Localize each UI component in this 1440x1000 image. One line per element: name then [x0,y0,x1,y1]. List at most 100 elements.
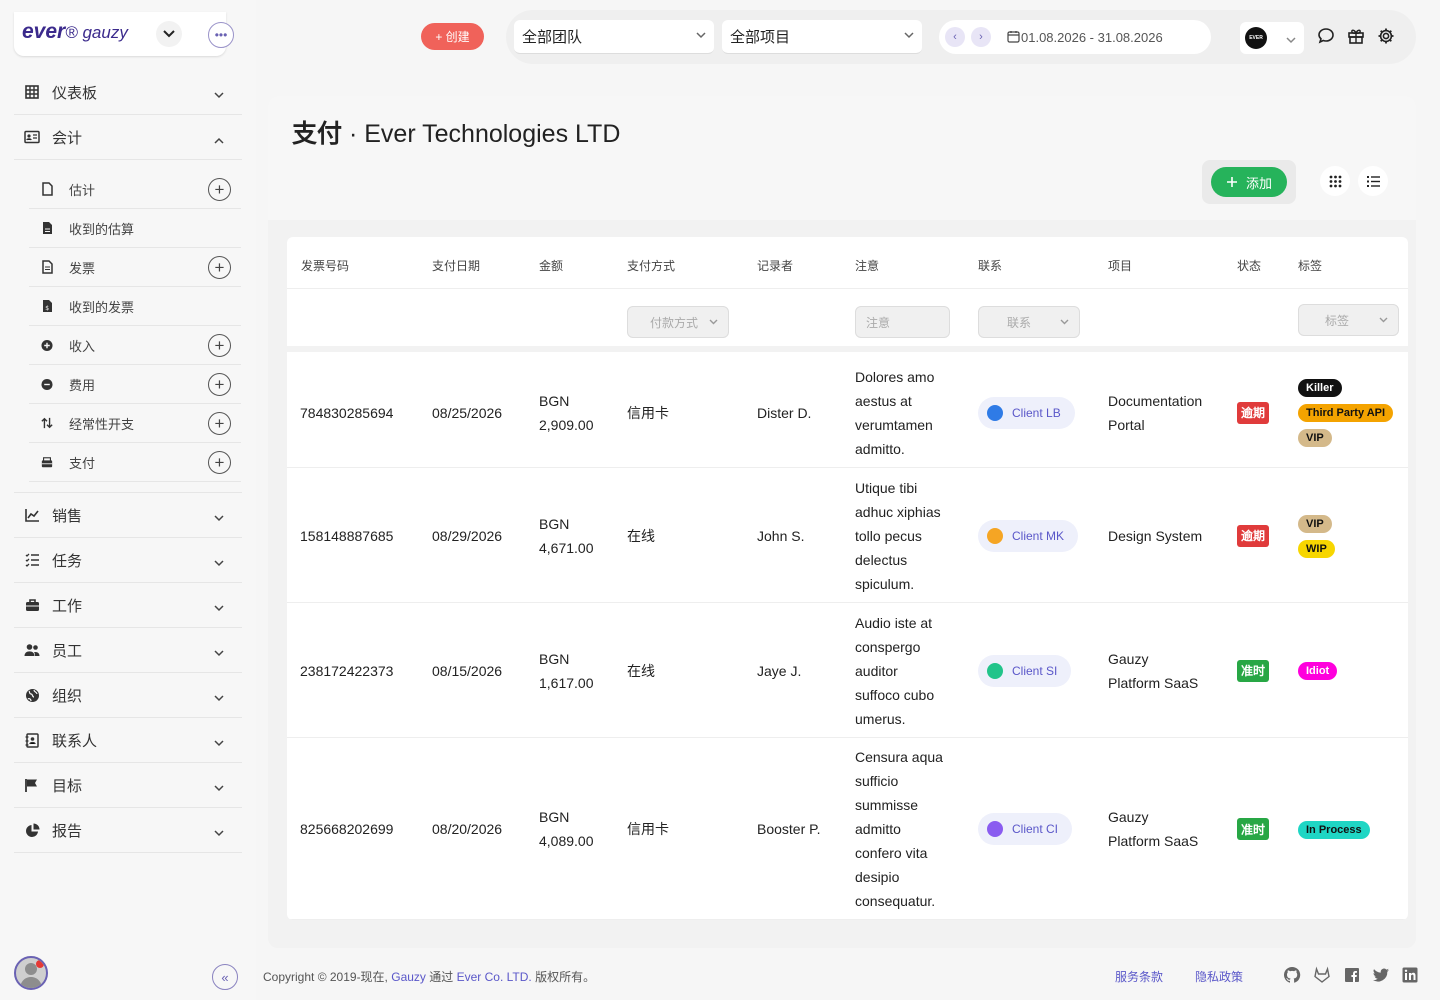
column-header-4[interactable]: 记录者 [757,257,793,274]
add-circle-button[interactable]: + [208,373,231,396]
sidebar-item-id-card[interactable]: 会计 [14,115,242,160]
add-circle-button[interactable]: + [208,256,231,279]
sidebar-subitem-1[interactable]: 收到的估算 [29,209,241,248]
project: Design System [1108,524,1202,548]
terms-link[interactable]: 服务条款 [1115,968,1163,985]
accounting-submenu: 估计 + 收到的估算 发票 + $ 收到的发票 收入 + 费用 + 经常性开支 … [14,160,242,493]
column-header-6[interactable]: 联系 [978,257,1002,274]
sidebar-subitem-3[interactable]: $ 收到的发票 [29,287,241,326]
settings-button[interactable] [1376,26,1396,46]
sidebar-menu: 仪表板 会计 估计 + 收到的估算 发票 + $ 收到的发票 收入 + 费用 +… [14,70,242,853]
status-badge: 准时 [1237,659,1269,682]
sidebar-item-briefcase[interactable]: 工作 [14,583,242,628]
sidebar-item-contact-book[interactable]: 联系人 [14,718,242,763]
twitter-icon[interactable] [1372,966,1390,984]
gift-button[interactable] [1346,26,1366,46]
company-link[interactable]: Ever Co. LTD. [457,970,532,984]
column-header-8[interactable]: 状态 [1237,257,1261,274]
footer-copyright: Copyright © 2019-现在, Gauzy 通过 Ever Co. L… [263,968,595,985]
column-header-2[interactable]: 金额 [539,257,563,274]
sidebar-item-globe[interactable]: 组织 [14,673,242,718]
column-header-5[interactable]: 注意 [855,257,879,274]
project-line: Platform SaaS [1108,674,1199,691]
sidebar-subitem-7[interactable]: 支付 + [29,443,241,482]
add-circle-button[interactable]: + [208,334,231,357]
grid-dots-icon [1329,175,1341,187]
github-icon[interactable] [1283,966,1301,984]
amount-currency: BGN [539,809,570,825]
add-circle-button[interactable]: + [208,178,231,201]
tag-badge: Killer [1298,379,1342,397]
project-line: Platform SaaS [1108,833,1199,849]
sidebar-item-chart-line[interactable]: 销售 [14,493,242,538]
note-filter-input[interactable]: 注意 [855,306,950,338]
sidebar-subitem-label: 经常性开支 [69,416,135,432]
sidebar-subitem-4[interactable]: 收入 + [29,326,241,365]
column-header-1[interactable]: 支付日期 [432,257,480,274]
sidebar-item-users[interactable]: 员工 [14,628,242,673]
note-line: consequatur. [855,893,936,909]
payment-method: 信用卡 [627,821,669,837]
org-switch-button[interactable] [156,21,182,47]
table-row[interactable]: 238172422373 08/15/2026 BGN 1,617.00 在线 J… [287,603,1408,738]
plus-icon: + [214,336,225,355]
sidebar-item-flag[interactable]: 目标 [14,763,242,808]
logo[interactable]: ever® gauzy [22,20,128,44]
sidebar-subitem-0[interactable]: 估计 + [29,170,241,209]
contact-filter-placeholder: 联系 [1007,315,1032,330]
linkedin-icon[interactable] [1401,966,1419,984]
create-button[interactable]: + 创建 [421,23,484,50]
list-view-button[interactable] [1358,166,1388,196]
tag-badge: In Process [1298,820,1370,839]
table-row[interactable]: 825668202699 08/20/2026 BGN 4,089.00 信用卡 … [287,738,1408,920]
table-row[interactable]: 784830285694 08/25/2026 BGN 2,909.00 信用卡 … [287,357,1408,468]
grid-view-button[interactable] [1320,166,1350,196]
contact-filter[interactable]: 联系 [978,306,1080,338]
tags-filter[interactable]: 标签 [1298,304,1399,336]
date-range-picker[interactable]: ‹ › 01.08.2026 - 31.08.2026 [939,20,1211,54]
more-options-button[interactable]: ••• [208,22,234,48]
payment-method-filter[interactable]: 付款方式 [627,306,729,338]
column-header-7[interactable]: 项目 [1108,257,1132,274]
next-period-button[interactable]: › [971,27,991,47]
column-header-9[interactable]: 标签 [1298,257,1322,274]
prev-period-button[interactable]: ‹ [945,27,965,47]
project-select[interactable]: 全部项目 [722,20,922,54]
user-avatar[interactable] [14,956,48,990]
collapse-sidebar-button[interactable]: « [212,964,238,990]
add-payment-button[interactable]: 添加 [1211,167,1287,197]
team-select[interactable]: 全部团队 [514,20,714,54]
sidebar-item-pie-chart[interactable]: 报告 [14,808,242,853]
column-header-0[interactable]: 发票号码 [301,257,349,274]
contact-chip[interactable]: Client CI [978,813,1073,845]
privacy-link[interactable]: 隐私政策 [1195,968,1243,985]
chat-button[interactable] [1316,26,1336,46]
gitlab-icon[interactable] [1313,966,1331,984]
plus-icon: + [214,375,225,394]
tag-badge: Idiot [1298,662,1338,680]
sidebar-item-grid[interactable]: 仪表板 [14,70,242,115]
table-row[interactable]: 158148887685 08/29/2026 BGN 4,671.00 在线 J… [287,468,1408,603]
project: Gauzy Platform SaaS [1108,805,1198,853]
chevron-down-icon [709,319,718,325]
note-line: desipio [855,869,900,885]
sidebar-subitem-2[interactable]: 发票 + [29,248,241,287]
note-line: Dolores amo [855,368,935,385]
contact-chip[interactable]: Client LB [978,396,1075,429]
contact-chip[interactable]: Client SI [978,654,1072,687]
rights-text: 版权所有。 [531,970,596,984]
contact-chip[interactable]: Client MK [978,519,1079,552]
sidebar-subitem-6[interactable]: 经常性开支 + [29,404,241,443]
status-badge: 逾期 [1237,401,1269,424]
note-line: spiculum. [855,575,915,592]
organization-select[interactable]: EVER [1240,22,1304,54]
sidebar-item-tasks[interactable]: 任务 [14,538,242,583]
add-circle-button[interactable]: + [208,451,231,474]
facebook-icon[interactable] [1343,966,1361,984]
sidebar-subitem-label: 收到的估算 [69,221,135,237]
gauzy-link[interactable]: Gauzy [391,970,426,984]
column-header-3[interactable]: 支付方式 [627,257,675,274]
invoice-dollar-icon: $ [41,299,53,313]
add-circle-button[interactable]: + [208,412,231,435]
sidebar-subitem-5[interactable]: 费用 + [29,365,241,404]
